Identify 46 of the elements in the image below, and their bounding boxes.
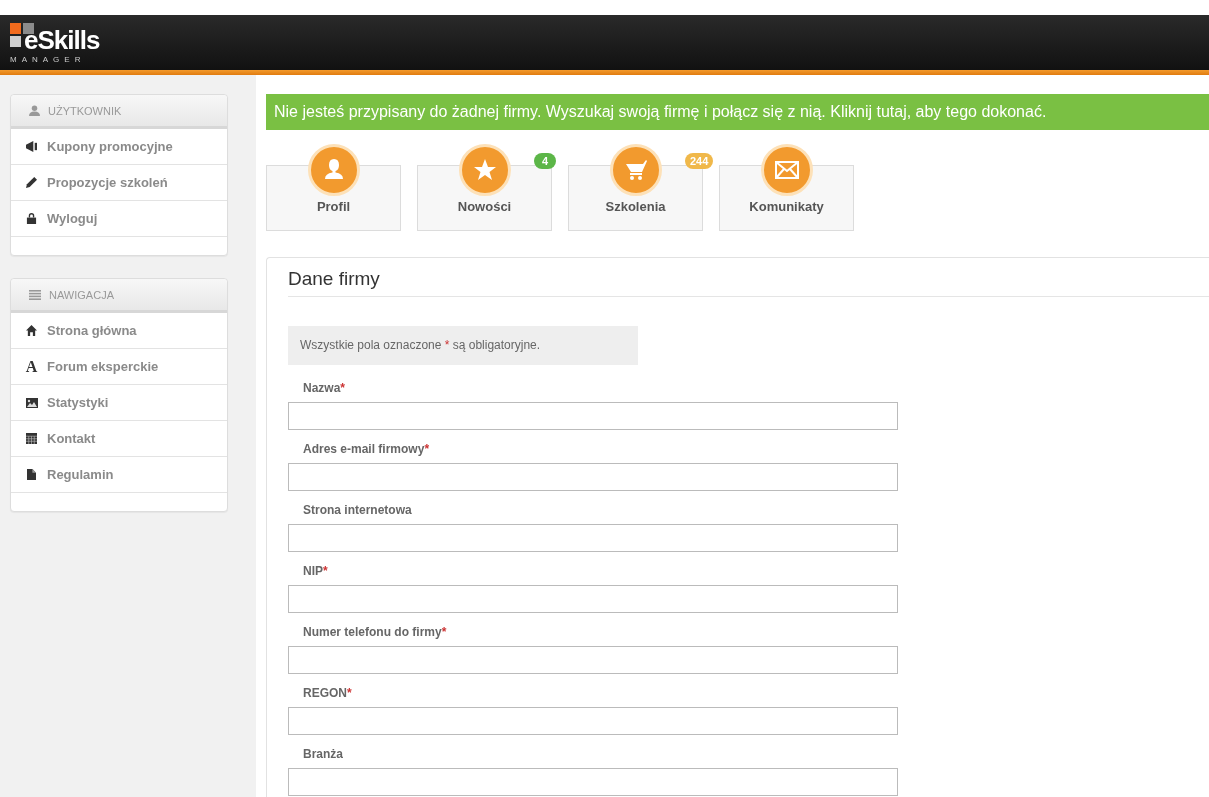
field-label: Strona internetowa bbox=[302, 503, 413, 519]
calendar-icon bbox=[26, 433, 37, 444]
count-badge: 244 bbox=[685, 153, 714, 169]
lock-icon bbox=[26, 213, 37, 224]
pencil-icon bbox=[26, 177, 37, 188]
input-field[interactable] bbox=[288, 646, 898, 674]
input-field[interactable] bbox=[288, 463, 898, 491]
sidebar-item[interactable]: Statystyki bbox=[11, 385, 227, 421]
shortcut-tile[interactable]: Profil bbox=[266, 144, 401, 231]
user-icon bbox=[29, 105, 40, 116]
logo-subtitle: MANAGER bbox=[10, 54, 86, 65]
megaphone-icon bbox=[25, 141, 38, 152]
shortcut-tile[interactable]: Komunikaty bbox=[719, 144, 854, 231]
file-icon bbox=[27, 469, 36, 480]
input-field[interactable] bbox=[288, 707, 898, 735]
field-label: Numer telefonu do firmy* bbox=[302, 625, 448, 641]
sidebar-item[interactable]: Wyloguj bbox=[11, 201, 227, 237]
sidebar-item[interactable]: Regulamin bbox=[11, 457, 227, 493]
input-field[interactable] bbox=[288, 524, 898, 552]
required-fields-note: Wszystkie pola oznaczone * są obligatoryjne. bbox=[288, 326, 638, 365]
sidebar-item[interactable]: A Forum eksperckie bbox=[11, 349, 227, 385]
panel-title: NAWIGACJA bbox=[49, 288, 114, 301]
field-label: Nazwa* bbox=[302, 381, 347, 397]
input-field[interactable] bbox=[288, 402, 898, 430]
sidebar-item[interactable]: Propozycje szkoleń bbox=[11, 165, 227, 201]
input-field[interactable] bbox=[288, 768, 898, 796]
input-field[interactable] bbox=[288, 585, 898, 613]
sidebar-item[interactable]: Strona główna bbox=[11, 313, 227, 349]
user-icon bbox=[307, 144, 360, 196]
envelope-icon bbox=[760, 144, 813, 196]
field-label: NIP* bbox=[302, 564, 329, 580]
sidebar-item[interactable]: Kupony promocyjne bbox=[11, 129, 227, 165]
panel-title: UŻYTKOWNIK bbox=[48, 104, 122, 117]
sidebar-item[interactable]: Kontakt bbox=[11, 421, 227, 457]
image-icon bbox=[25, 397, 38, 408]
letter-icon: A bbox=[25, 358, 38, 375]
cart-icon bbox=[609, 144, 662, 196]
form-title: Dane firmy bbox=[288, 258, 1209, 297]
field-label: REGON* bbox=[302, 686, 353, 702]
home-icon bbox=[26, 325, 37, 336]
menu-icon bbox=[29, 289, 41, 300]
notice-banner[interactable]: Nie jesteś przypisany do żadnej firmy. Wyszukaj swoją firmę i połącz się z nią. Kliknij tutaj, aby tego dokonać. bbox=[266, 94, 1209, 130]
logo-text: eSkills bbox=[24, 25, 100, 54]
field-label: Branża bbox=[302, 747, 344, 763]
field-label: Adres e-mail firmowy* bbox=[302, 442, 431, 458]
count-badge: 4 bbox=[534, 153, 556, 169]
